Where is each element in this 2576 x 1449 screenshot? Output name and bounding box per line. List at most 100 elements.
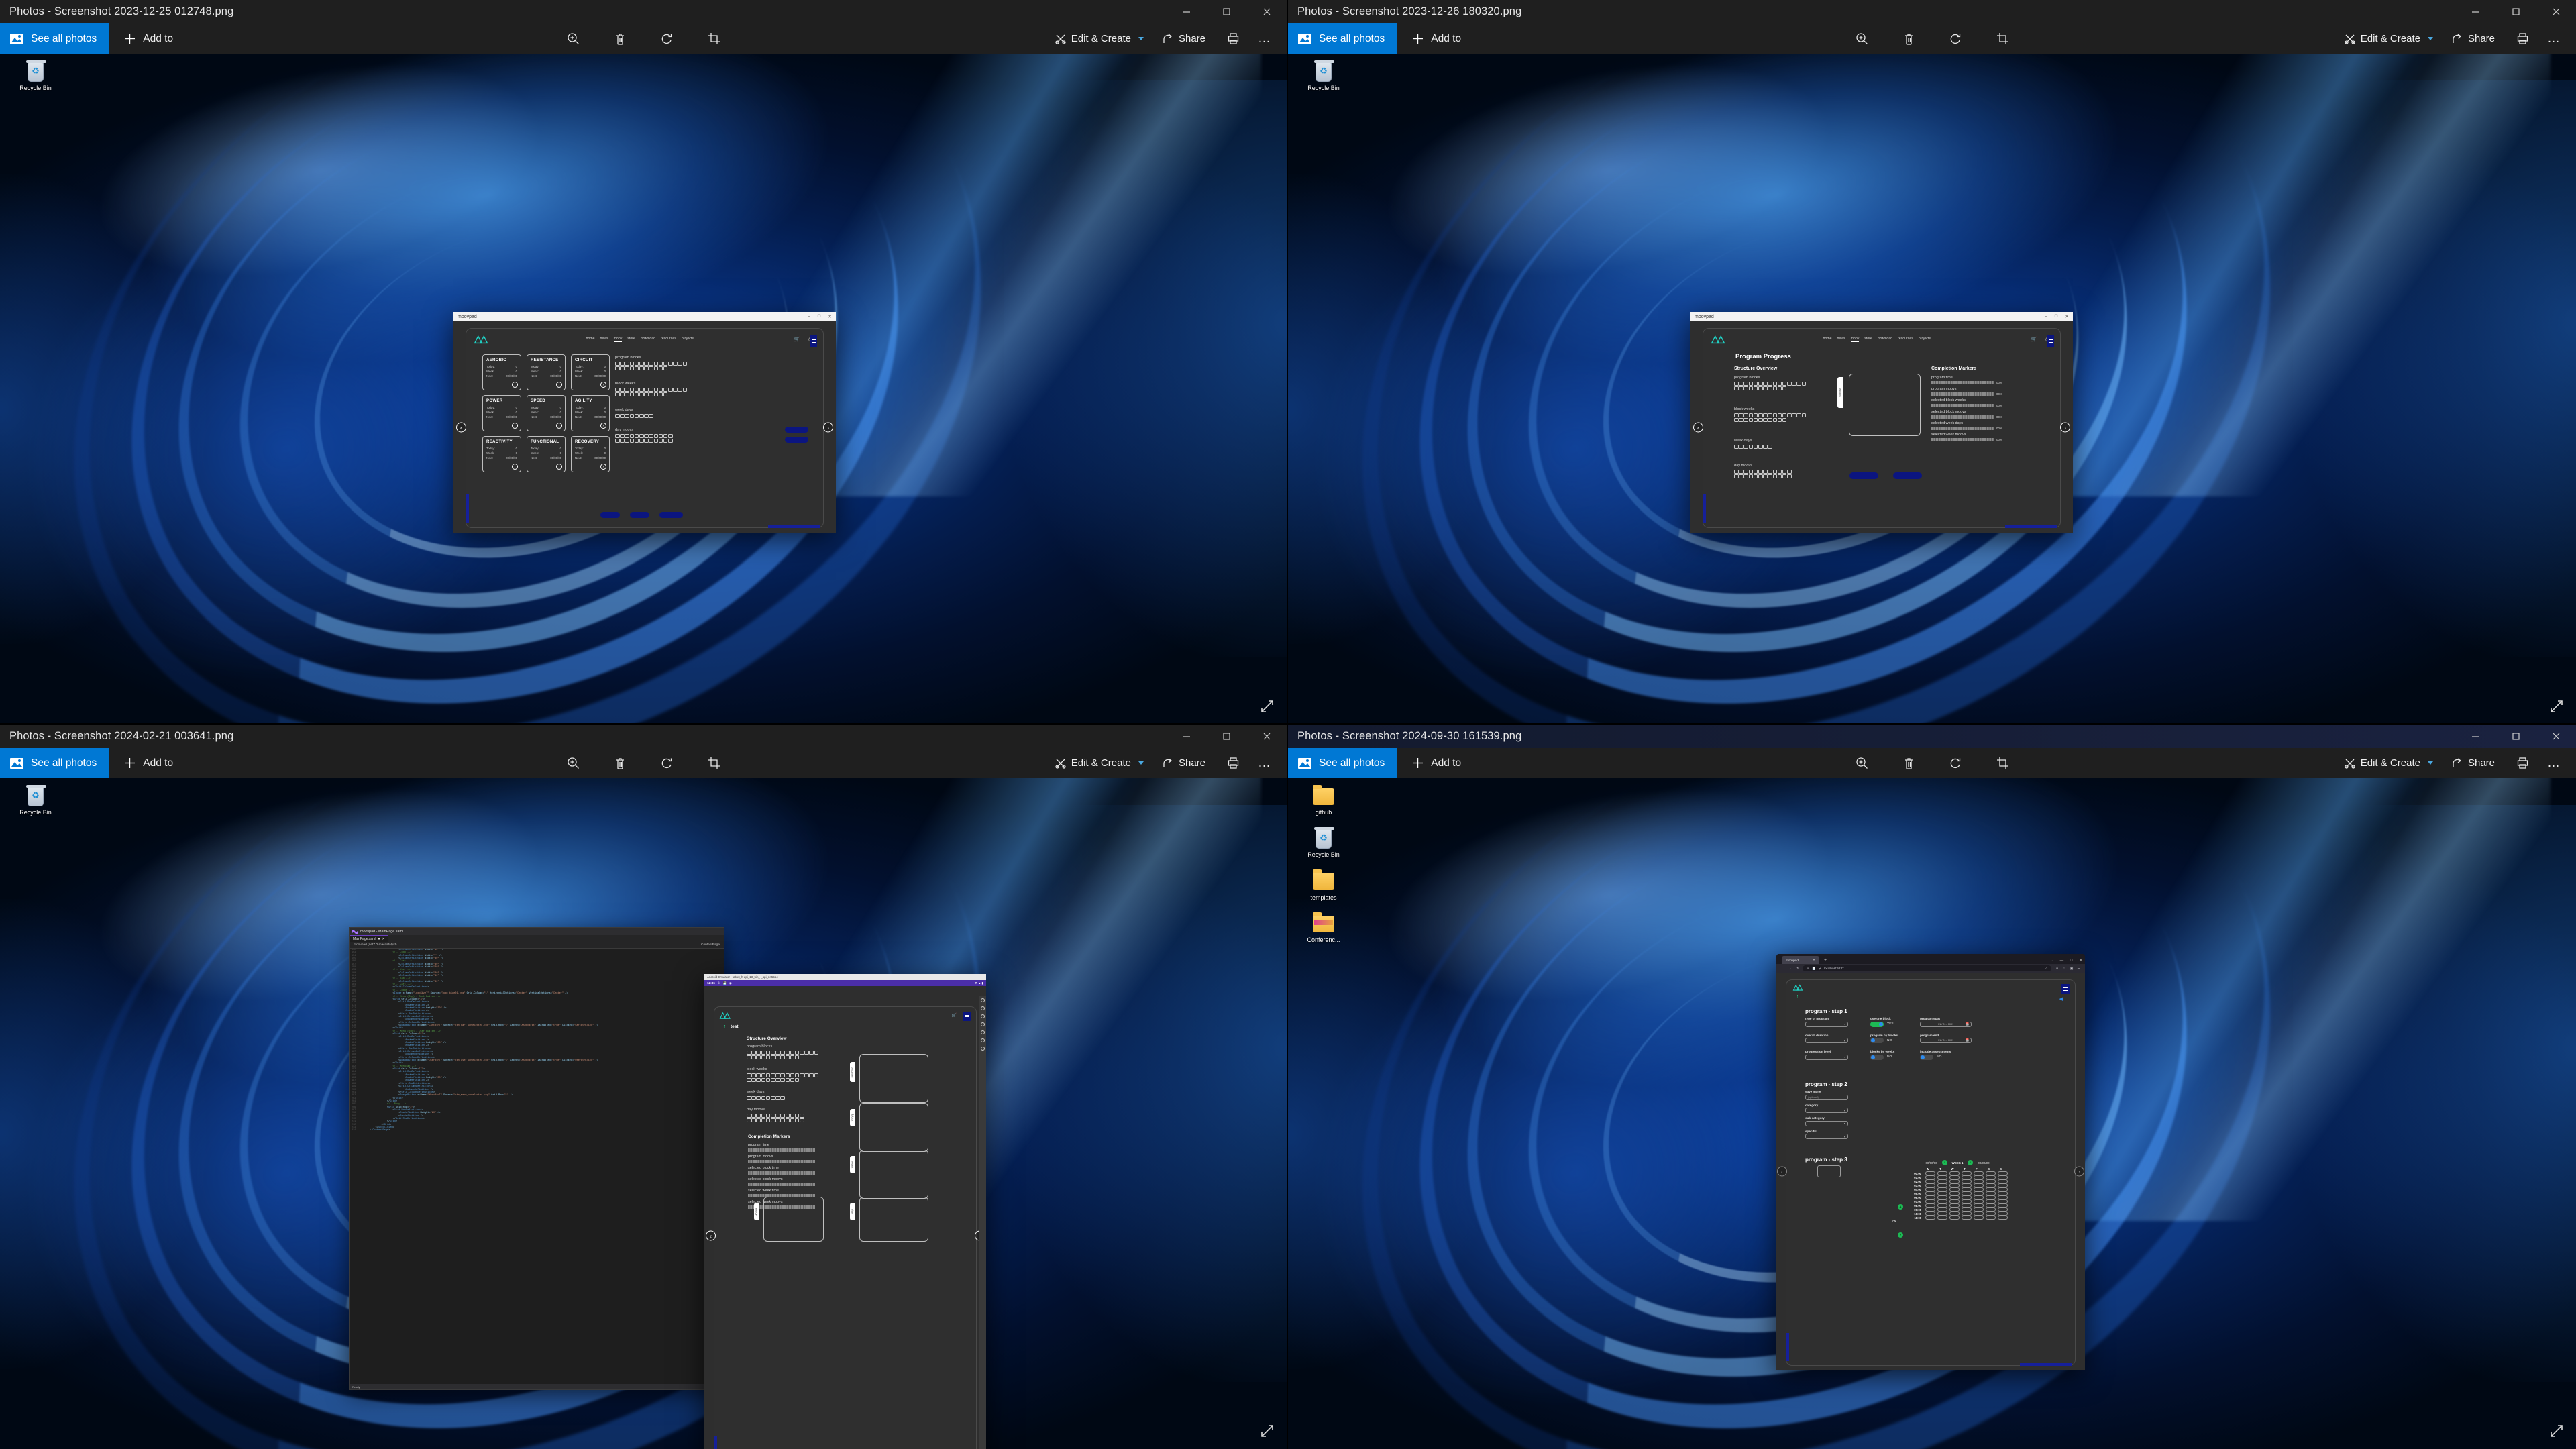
type-of-program-select[interactable]: ▾ (1805, 1021, 1848, 1027)
structure-box[interactable] (1739, 417, 1743, 423)
maximize-button[interactable]: □ (818, 314, 820, 319)
category-card[interactable]: POWER Today: 0 Week: 0 Next: 00/00/00 › (482, 395, 521, 431)
moovpad-title-bar[interactable]: moovpad – □ ✕ (1690, 312, 2073, 321)
blocks-by-weeks-toggle[interactable] (1870, 1054, 1884, 1060)
structure-box[interactable] (634, 366, 639, 371)
structure-box[interactable] (770, 1050, 775, 1055)
structure-box[interactable] (649, 438, 653, 443)
box-row[interactable] (747, 1050, 822, 1060)
structure-box[interactable] (1743, 474, 1748, 479)
structure-box[interactable] (761, 1095, 766, 1101)
more-options-button[interactable]: … (1251, 748, 1277, 778)
schedule-cell[interactable] (1949, 1216, 1960, 1220)
structure-box[interactable] (1739, 381, 1743, 386)
structure-box[interactable] (1768, 386, 1772, 391)
carousel-prev-button[interactable]: ‹ (1777, 1166, 1787, 1177)
structure-box[interactable] (770, 1077, 775, 1083)
maximize-button[interactable] (1206, 0, 1246, 23)
screenshot-icon[interactable] (980, 1038, 985, 1042)
chevron-right-circle-icon[interactable]: › (600, 382, 606, 388)
structure-box[interactable] (1753, 474, 1758, 479)
structure-box[interactable] (1758, 469, 1763, 474)
close-icon[interactable]: ✕ (1813, 958, 1815, 962)
structure-box[interactable] (663, 433, 668, 439)
structure-box[interactable] (765, 1073, 771, 1078)
structure-box[interactable] (770, 1073, 775, 1078)
box-row[interactable] (615, 413, 655, 419)
structure-box[interactable] (747, 1055, 751, 1060)
panel-tab-program[interactable]: program (850, 1062, 855, 1082)
close-button[interactable]: ✕ (2079, 959, 2082, 963)
structure-box[interactable] (761, 1118, 766, 1123)
structure-box[interactable] (765, 1118, 771, 1123)
details-tab[interactable]: details (1837, 377, 1843, 408)
structure-box[interactable] (1768, 413, 1772, 418)
panel-day[interactable] (859, 1197, 928, 1242)
structure-box[interactable] (790, 1050, 795, 1055)
structure-box[interactable] (1734, 417, 1739, 423)
emulator-title-bar[interactable]: Android Emulator - tablet_h-dpi_13_5in_-… (704, 974, 986, 980)
structure-box[interactable] (1753, 444, 1758, 449)
chevron-right-circle-icon[interactable]: › (600, 423, 606, 429)
structure-box[interactable] (1777, 417, 1782, 423)
title-bar[interactable]: Photos - Screenshot 2023-12-26 180320.pn… (1288, 0, 2576, 23)
structure-box[interactable] (663, 366, 668, 371)
rotate-left-icon[interactable] (980, 1022, 985, 1026)
action-pill-button[interactable] (1849, 472, 1878, 479)
box-row[interactable] (1734, 469, 1796, 479)
structure-box[interactable] (644, 392, 649, 397)
nav-item-download[interactable]: download (641, 337, 655, 342)
structure-box[interactable] (794, 1050, 800, 1055)
schedule-cell[interactable] (1986, 1216, 1996, 1220)
include-assessments-toggle[interactable] (1920, 1054, 1934, 1060)
structure-box[interactable] (629, 433, 635, 439)
structure-box[interactable] (814, 1050, 819, 1055)
structure-box[interactable] (1772, 386, 1778, 391)
structure-box[interactable] (1758, 386, 1763, 391)
structure-box[interactable] (1734, 381, 1739, 386)
structure-box[interactable] (615, 366, 620, 371)
structure-box[interactable] (629, 387, 635, 392)
structure-box[interactable] (625, 366, 629, 371)
structure-box[interactable] (785, 1118, 790, 1123)
minimize-button[interactable]: – (808, 314, 810, 319)
box-row[interactable] (1734, 381, 1809, 391)
structure-box[interactable] (673, 361, 678, 366)
structure-box[interactable] (775, 1113, 780, 1118)
box-row[interactable] (1734, 444, 1774, 449)
structure-box[interactable] (756, 1055, 761, 1060)
progression-level-select[interactable]: ▾ (1805, 1054, 1848, 1060)
structure-box[interactable] (1782, 417, 1787, 423)
category-card[interactable]: FUNCTIONAL Today: 0 Week: 0 Next: 00/00/00 › (527, 436, 566, 472)
add-to-button[interactable]: Add to (1397, 748, 1474, 778)
structure-box[interactable] (615, 438, 620, 443)
structure-box[interactable] (747, 1073, 751, 1078)
panel-tab-day[interactable]: day (850, 1203, 855, 1220)
structure-box[interactable] (761, 1050, 766, 1055)
structure-box[interactable] (1787, 469, 1792, 474)
structure-box[interactable] (756, 1073, 761, 1078)
structure-box[interactable] (620, 387, 625, 392)
structure-box[interactable] (790, 1077, 795, 1083)
structure-box[interactable] (1787, 381, 1792, 386)
minimize-button[interactable] (2455, 724, 2496, 748)
structure-box[interactable] (1753, 469, 1758, 474)
crop-icon[interactable] (704, 29, 724, 49)
structure-box[interactable] (1792, 381, 1796, 386)
structure-box[interactable] (775, 1095, 780, 1101)
printer-icon[interactable] (2512, 29, 2532, 49)
structure-box[interactable] (747, 1113, 751, 1118)
moovpad-logo[interactable]: △△ (720, 1011, 731, 1019)
chevron-right-circle-icon[interactable]: › (600, 464, 606, 470)
magnifier-plus-icon[interactable] (1851, 753, 1872, 773)
structure-box[interactable] (1753, 417, 1758, 423)
structure-box[interactable] (639, 438, 644, 443)
rotate-icon[interactable] (657, 753, 677, 773)
structure-box[interactable] (1758, 474, 1763, 479)
structure-box[interactable] (765, 1055, 771, 1060)
structure-box[interactable] (1734, 386, 1739, 391)
cart-icon[interactable]: 🛒 (952, 1013, 957, 1018)
more-options-button[interactable]: … (1251, 23, 1277, 54)
minimize-button[interactable] (1166, 724, 1206, 748)
structure-box[interactable] (756, 1113, 761, 1118)
